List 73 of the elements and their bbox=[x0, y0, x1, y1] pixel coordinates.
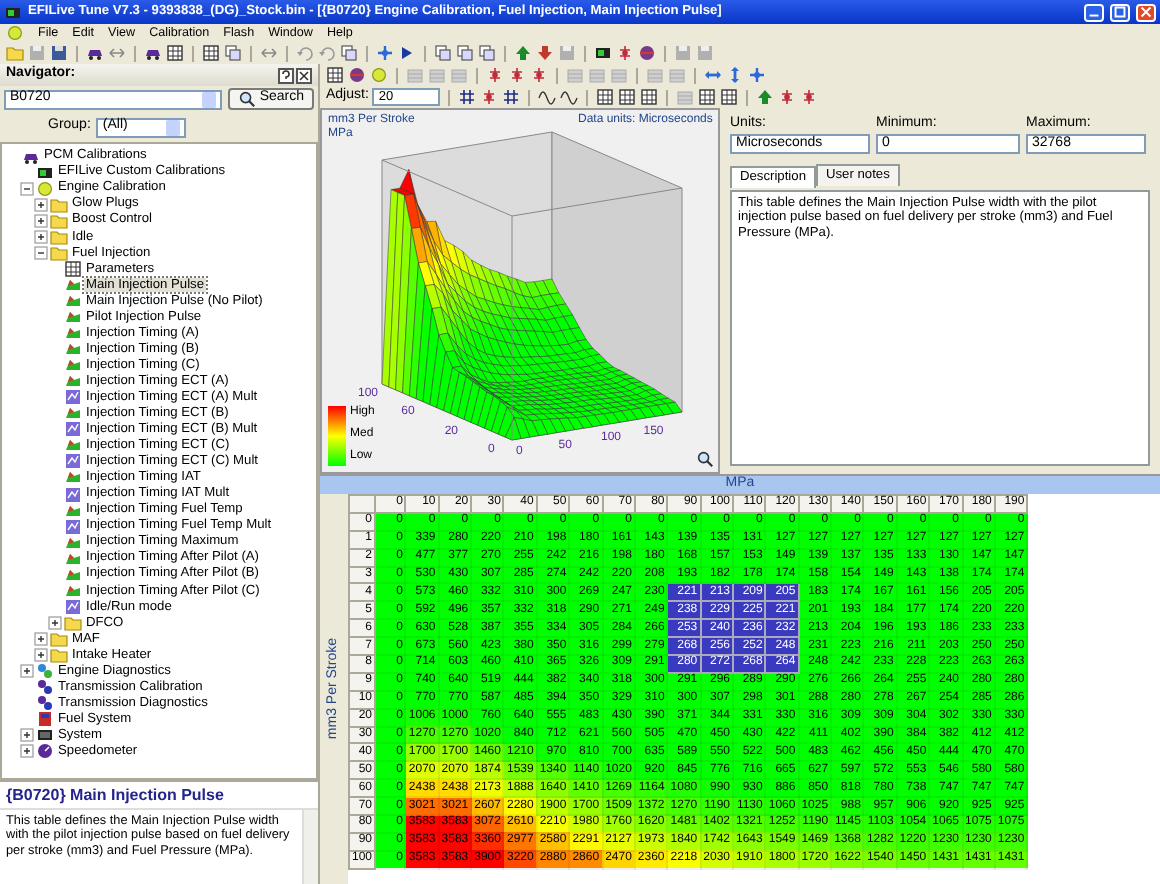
disc-icon bbox=[36, 179, 54, 198]
globe-icon[interactable] bbox=[348, 66, 366, 84]
expand-icon[interactable] bbox=[20, 744, 34, 759]
chart-icon bbox=[64, 597, 82, 616]
surface-map-icon bbox=[64, 501, 82, 520]
pin-icon[interactable] bbox=[486, 66, 504, 84]
pin-icon[interactable] bbox=[530, 66, 548, 84]
chart-icon bbox=[64, 485, 82, 504]
move-icon[interactable] bbox=[748, 66, 766, 84]
pin-icon[interactable] bbox=[508, 66, 526, 84]
play-icon[interactable] bbox=[398, 44, 416, 62]
pin-icon[interactable] bbox=[480, 88, 499, 106]
close-button[interactable] bbox=[296, 67, 312, 83]
help-button[interactable] bbox=[278, 67, 294, 83]
resize-icon[interactable] bbox=[704, 66, 722, 84]
monitor-icon bbox=[36, 726, 54, 745]
expand-icon[interactable] bbox=[20, 728, 34, 743]
expand-icon[interactable] bbox=[48, 615, 62, 630]
expand-icon[interactable] bbox=[34, 631, 48, 646]
chip-icon bbox=[4, 3, 22, 21]
search-icon bbox=[237, 90, 256, 108]
nodes-icon bbox=[36, 662, 54, 681]
pin-icon[interactable] bbox=[800, 88, 819, 106]
minimize-button[interactable] bbox=[1084, 3, 1104, 21]
color-legend bbox=[328, 406, 346, 466]
download-icon[interactable] bbox=[536, 44, 554, 62]
hash-icon[interactable] bbox=[502, 88, 521, 106]
expand-icon[interactable] bbox=[34, 229, 48, 244]
chip-icon[interactable] bbox=[594, 44, 612, 62]
move-icon[interactable] bbox=[376, 44, 394, 62]
chart-icon bbox=[64, 452, 82, 471]
car-icon[interactable] bbox=[144, 44, 162, 62]
grid-icon[interactable] bbox=[202, 44, 220, 62]
grid-icon[interactable] bbox=[166, 44, 184, 62]
scrollbar[interactable] bbox=[302, 810, 318, 884]
copy-icon[interactable] bbox=[340, 44, 358, 62]
surface-map-icon bbox=[64, 468, 82, 487]
grid-icon[interactable] bbox=[698, 88, 717, 106]
close-icon bbox=[1138, 4, 1154, 20]
pump-icon bbox=[36, 710, 54, 729]
grid-icon bbox=[64, 259, 82, 278]
grid-icon[interactable] bbox=[618, 88, 637, 106]
expand-icon[interactable] bbox=[20, 664, 34, 679]
expand-icon[interactable] bbox=[34, 213, 48, 228]
chart-icon bbox=[64, 388, 82, 407]
search-icon[interactable] bbox=[696, 450, 714, 468]
collapse-icon[interactable] bbox=[34, 245, 48, 260]
grid-icon[interactable] bbox=[326, 66, 344, 84]
resize-icon[interactable] bbox=[726, 66, 744, 84]
pin-icon[interactable] bbox=[778, 88, 797, 106]
grid-icon[interactable] bbox=[720, 88, 739, 106]
car-icon[interactable] bbox=[86, 44, 104, 62]
chart-icon bbox=[64, 517, 82, 536]
maximize-icon bbox=[1112, 4, 1128, 20]
chip-icon bbox=[36, 163, 54, 182]
upload-icon[interactable] bbox=[514, 44, 532, 62]
collapse-icon[interactable] bbox=[20, 181, 34, 196]
pin-icon[interactable] bbox=[616, 44, 634, 62]
grid-icon[interactable] bbox=[640, 88, 659, 106]
hash-icon[interactable] bbox=[458, 88, 477, 106]
chart-icon bbox=[64, 420, 82, 439]
gauge-icon bbox=[36, 742, 54, 761]
maximize-button[interactable] bbox=[1110, 3, 1130, 21]
description-heading: {B0720} Main Injection Pulse bbox=[0, 780, 318, 808]
expand-icon[interactable] bbox=[34, 647, 48, 662]
surface-map-icon bbox=[64, 436, 82, 455]
expand-icon[interactable] bbox=[34, 197, 48, 212]
globe-icon[interactable] bbox=[638, 44, 656, 62]
copy-icon[interactable] bbox=[224, 44, 242, 62]
upload-icon[interactable] bbox=[756, 88, 775, 106]
grid-icon[interactable] bbox=[596, 88, 615, 106]
surface-map-icon bbox=[64, 404, 82, 423]
disc-icon bbox=[6, 24, 24, 42]
